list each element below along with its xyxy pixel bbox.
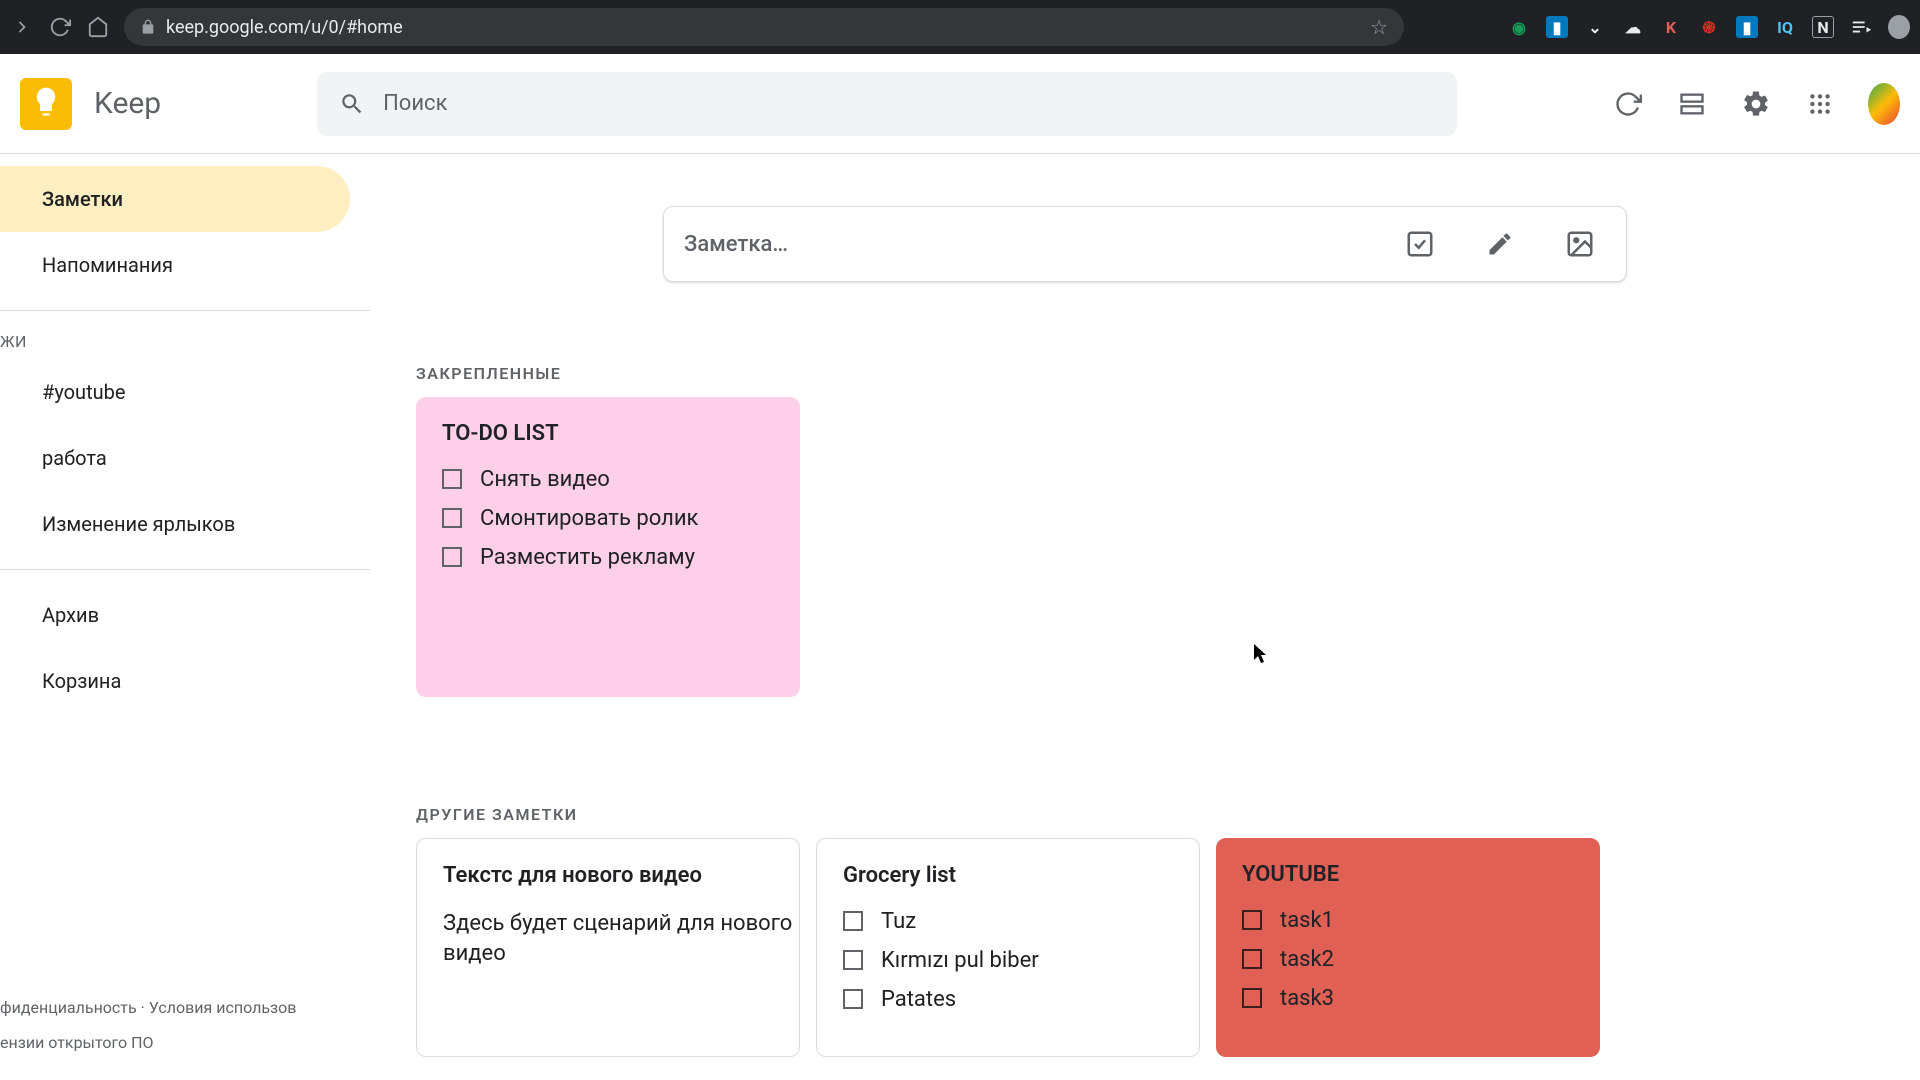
ext-trello2-icon[interactable]: ▮ [1736, 16, 1758, 38]
check-label: Kırmızı pul biber [881, 948, 1039, 973]
star-icon[interactable]: ☆ [1370, 15, 1388, 39]
sidebar: Заметки Напоминания жи #youtube работа И… [0, 154, 370, 1080]
ext-iq-icon[interactable]: IQ [1774, 16, 1796, 38]
home-icon[interactable] [86, 15, 110, 39]
sidebar-edit-labels[interactable]: Изменение ярлыков [0, 491, 350, 557]
footer-line1[interactable]: фиденциальность · Условия использов [0, 990, 296, 1025]
browser-bar: keep.google.com/u/0/#home ☆ ◉ ▮ ⌄ ☁ K ֎ … [0, 0, 1920, 54]
sidebar-item-archive[interactable]: Архив [0, 582, 350, 648]
refresh-button[interactable] [1612, 88, 1644, 120]
note-body: Здесь будет сценарий для нового видео [443, 909, 793, 971]
app-title: Keep [94, 86, 161, 121]
check-row[interactable]: task3 [1242, 986, 1594, 1011]
check-label: Смонтировать ролик [480, 506, 698, 531]
sidebar-item-notes[interactable]: Заметки [0, 166, 350, 232]
check-label: task2 [1280, 947, 1334, 972]
sidebar-item-label: Напоминания [42, 253, 173, 277]
app-header: Keep Поиск [0, 54, 1920, 154]
ext-playlist-icon[interactable] [1850, 16, 1872, 38]
note-card-youtube[interactable]: YOUTUBE task1 task2 task3 [1216, 838, 1600, 1057]
sidebar-item-trash[interactable]: Корзина [0, 648, 350, 714]
ext-cloud-icon[interactable]: ☁ [1622, 16, 1644, 38]
lock-icon [140, 19, 156, 35]
ext-spiral-icon[interactable]: ֎ [1698, 16, 1720, 38]
check-row[interactable]: Разместить рекламу [442, 545, 794, 570]
new-checklist-button[interactable] [1404, 228, 1436, 260]
cursor-icon [1254, 644, 1270, 664]
ext-evernote-icon[interactable]: ◉ [1508, 16, 1530, 38]
note-title: TO-DO LIST [442, 419, 794, 449]
forward-icon[interactable] [10, 15, 34, 39]
checkbox-icon[interactable] [843, 911, 863, 931]
ext-pocket-icon[interactable]: ⌄ [1584, 16, 1606, 38]
extension-icons: ◉ ▮ ⌄ ☁ K ֎ ▮ IQ N [1508, 16, 1910, 38]
checkbox-icon[interactable] [1242, 910, 1262, 930]
note-card-text[interactable]: Текстс для нового видео Здесь будет сцен… [416, 838, 800, 1057]
section-others: ДРУГИЕ ЗАМЕТКИ [416, 805, 1910, 824]
checkbox-icon[interactable] [843, 989, 863, 1009]
url-bar[interactable]: keep.google.com/u/0/#home ☆ [124, 8, 1404, 46]
note-card-grocery[interactable]: Grocery list Tuz Kırmızı pul biber Patat… [816, 838, 1200, 1057]
sidebar-item-label: Изменение ярлыков [42, 512, 235, 536]
check-row[interactable]: Kırmızı pul biber [843, 948, 1193, 973]
sidebar-item-label: Архив [42, 603, 99, 627]
footer-links: фиденциальность · Условия использов ензи… [0, 990, 296, 1060]
search-box[interactable]: Поиск [317, 72, 1457, 136]
check-label: Patates [881, 987, 956, 1012]
sidebar-item-label: #youtube [42, 380, 125, 404]
note-title: Текстс для нового видео [443, 861, 793, 891]
note-card-todo[interactable]: TO-DO LIST Снять видео Смонтировать роли… [416, 397, 800, 697]
check-label: Снять видео [480, 467, 610, 492]
apps-grid-button[interactable] [1804, 88, 1836, 120]
search-placeholder: Поиск [383, 91, 447, 116]
new-drawing-button[interactable] [1484, 228, 1516, 260]
ext-notion-icon[interactable]: N [1812, 16, 1834, 38]
search-icon [339, 91, 365, 117]
check-row[interactable]: Снять видео [442, 467, 794, 492]
reload-icon[interactable] [48, 15, 72, 39]
checkbox-icon[interactable] [442, 469, 462, 489]
check-row[interactable]: task1 [1242, 908, 1594, 933]
check-row[interactable]: Tuz [843, 909, 1193, 934]
new-note-input[interactable]: Заметка… [663, 206, 1627, 282]
footer-line2[interactable]: ензии открытого ПО [0, 1025, 296, 1060]
note-title: YOUTUBE [1242, 860, 1594, 890]
new-image-button[interactable] [1564, 228, 1596, 260]
check-label: Tuz [881, 909, 916, 934]
sidebar-label-work[interactable]: работа [0, 425, 350, 491]
section-pinned: ЗАКРЕПЛЕННЫЕ [416, 364, 1910, 383]
check-row[interactable]: task2 [1242, 947, 1594, 972]
settings-button[interactable] [1740, 88, 1772, 120]
sidebar-item-label: Заметки [42, 187, 123, 211]
ext-trello-icon[interactable]: ▮ [1546, 16, 1568, 38]
check-label: task3 [1280, 986, 1334, 1011]
sidebar-item-label: работа [42, 446, 107, 470]
account-avatar[interactable] [1868, 88, 1900, 120]
check-label: task1 [1280, 908, 1334, 933]
checkbox-icon[interactable] [1242, 949, 1262, 969]
ext-k-icon[interactable]: K [1660, 16, 1682, 38]
checkbox-icon[interactable] [843, 950, 863, 970]
sidebar-item-label: Корзина [42, 669, 121, 693]
checkbox-icon[interactable] [442, 508, 462, 528]
sidebar-label-youtube[interactable]: #youtube [0, 359, 350, 425]
browser-avatar[interactable] [1888, 16, 1910, 38]
checkbox-icon[interactable] [442, 547, 462, 567]
list-view-button[interactable] [1676, 88, 1708, 120]
keep-logo[interactable] [20, 78, 72, 130]
check-label: Разместить рекламу [480, 545, 695, 570]
checkbox-icon[interactable] [1242, 988, 1262, 1008]
sidebar-section-labels: жи [0, 323, 370, 359]
main: Заметка… ЗАКРЕПЛЕННЫЕ TO-DO LIST Снять [370, 154, 1920, 1080]
new-note-placeholder: Заметка… [684, 232, 788, 257]
check-row[interactable]: Patates [843, 987, 1193, 1012]
check-row[interactable]: Смонтировать ролик [442, 506, 794, 531]
sidebar-item-reminders[interactable]: Напоминания [0, 232, 350, 298]
url-text: keep.google.com/u/0/#home [166, 17, 403, 38]
note-title: Grocery list [843, 861, 1193, 891]
